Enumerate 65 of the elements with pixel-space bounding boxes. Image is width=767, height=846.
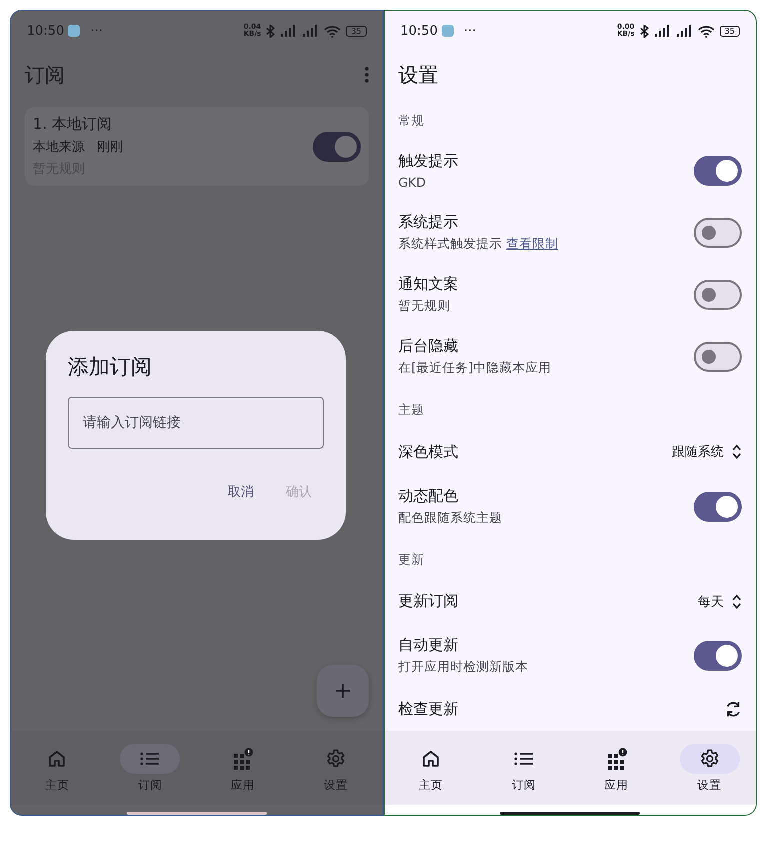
section-header: 主题 [398,401,426,420]
setting-title: 自动更新 [398,636,460,655]
section-header: 更新 [398,550,426,569]
up-down-chevron-icon[interactable] [732,444,742,460]
toggle-switch[interactable] [694,492,742,522]
apps-grid-icon [606,748,628,770]
more-options-icon[interactable] [364,67,368,83]
bluetooth-icon [638,24,650,38]
view-limits-link[interactable]: 查看限制 [506,236,558,254]
setting-title: 触发提示 [398,152,458,172]
setting-title: 检查更新 [398,700,460,718]
app-icon [442,25,454,37]
setting-description: 配色跟随系统主题 [398,510,502,527]
screen-title: 设置 [398,62,438,88]
wifi-icon [698,24,716,38]
status-time: 10:50 [400,24,438,38]
settings-icon [700,748,720,768]
nav-tab[interactable]: 订阅 [477,731,570,805]
settings-icon [326,748,346,768]
setting-description: 系统样式触发提示 [398,236,502,254]
dialog-title: 添加订阅 [68,354,153,381]
setting-description: 打开应用时检测新版本 [398,658,528,676]
setting-title: 后台隐藏 [398,337,460,356]
plus-icon [334,683,350,699]
nav-tab[interactable]: 设置 [663,731,756,805]
setting-title: 深色模式 [398,442,460,462]
toggle-switch[interactable] [312,132,360,162]
setting-value[interactable]: 跟随系统 [672,443,724,462]
nav-tab[interactable]: 应用 [570,731,664,805]
subscription-time: 刚刚 [97,139,123,156]
refresh-icon[interactable] [725,700,742,718]
screen-title: 订阅 [25,62,65,88]
dialog-button[interactable]: 取消 [216,477,266,507]
setting-description: GKD [398,175,426,190]
battery-level: 35 [720,26,740,36]
app-icon [68,25,80,37]
signal-icon [654,25,672,37]
bluetooth-icon [265,24,276,38]
signal-icon [676,25,694,37]
status-more: ··· [464,24,476,38]
subscription-url-field[interactable]: 请输入订阅链接 [68,397,324,449]
home-icon [420,748,441,768]
toggle-switch[interactable] [694,640,742,671]
setting-description: 在[最近任务]中隐藏本应用 [398,360,552,378]
nav-tab[interactable]: 主页 [384,731,478,805]
toggle-switch[interactable] [694,218,742,248]
up-down-chevron-icon[interactable] [732,594,742,610]
status-time: 10:50 [27,24,64,38]
setting-title: 更新订阅 [398,592,460,612]
subscription-source: 本地来源 [33,139,85,156]
setting-title: 通知文案 [398,275,458,294]
toggle-switch[interactable] [694,280,742,310]
status-more: ··· [90,24,103,38]
toggle-switch[interactable] [694,342,742,372]
apps-grid-icon [232,748,254,770]
wifi-icon [324,24,342,38]
setting-description: 暂无规则 [398,298,450,316]
section-header: 常规 [398,112,426,130]
setting-title: 动态配色 [398,486,460,506]
toggle-switch[interactable] [694,156,742,186]
setting-value[interactable]: 每天 [698,592,724,611]
subscription-title: 1. 本地订阅 [33,115,114,134]
setting-title: 系统提示 [398,213,460,232]
battery-level: 35 [346,26,366,36]
home-icon [47,748,68,768]
